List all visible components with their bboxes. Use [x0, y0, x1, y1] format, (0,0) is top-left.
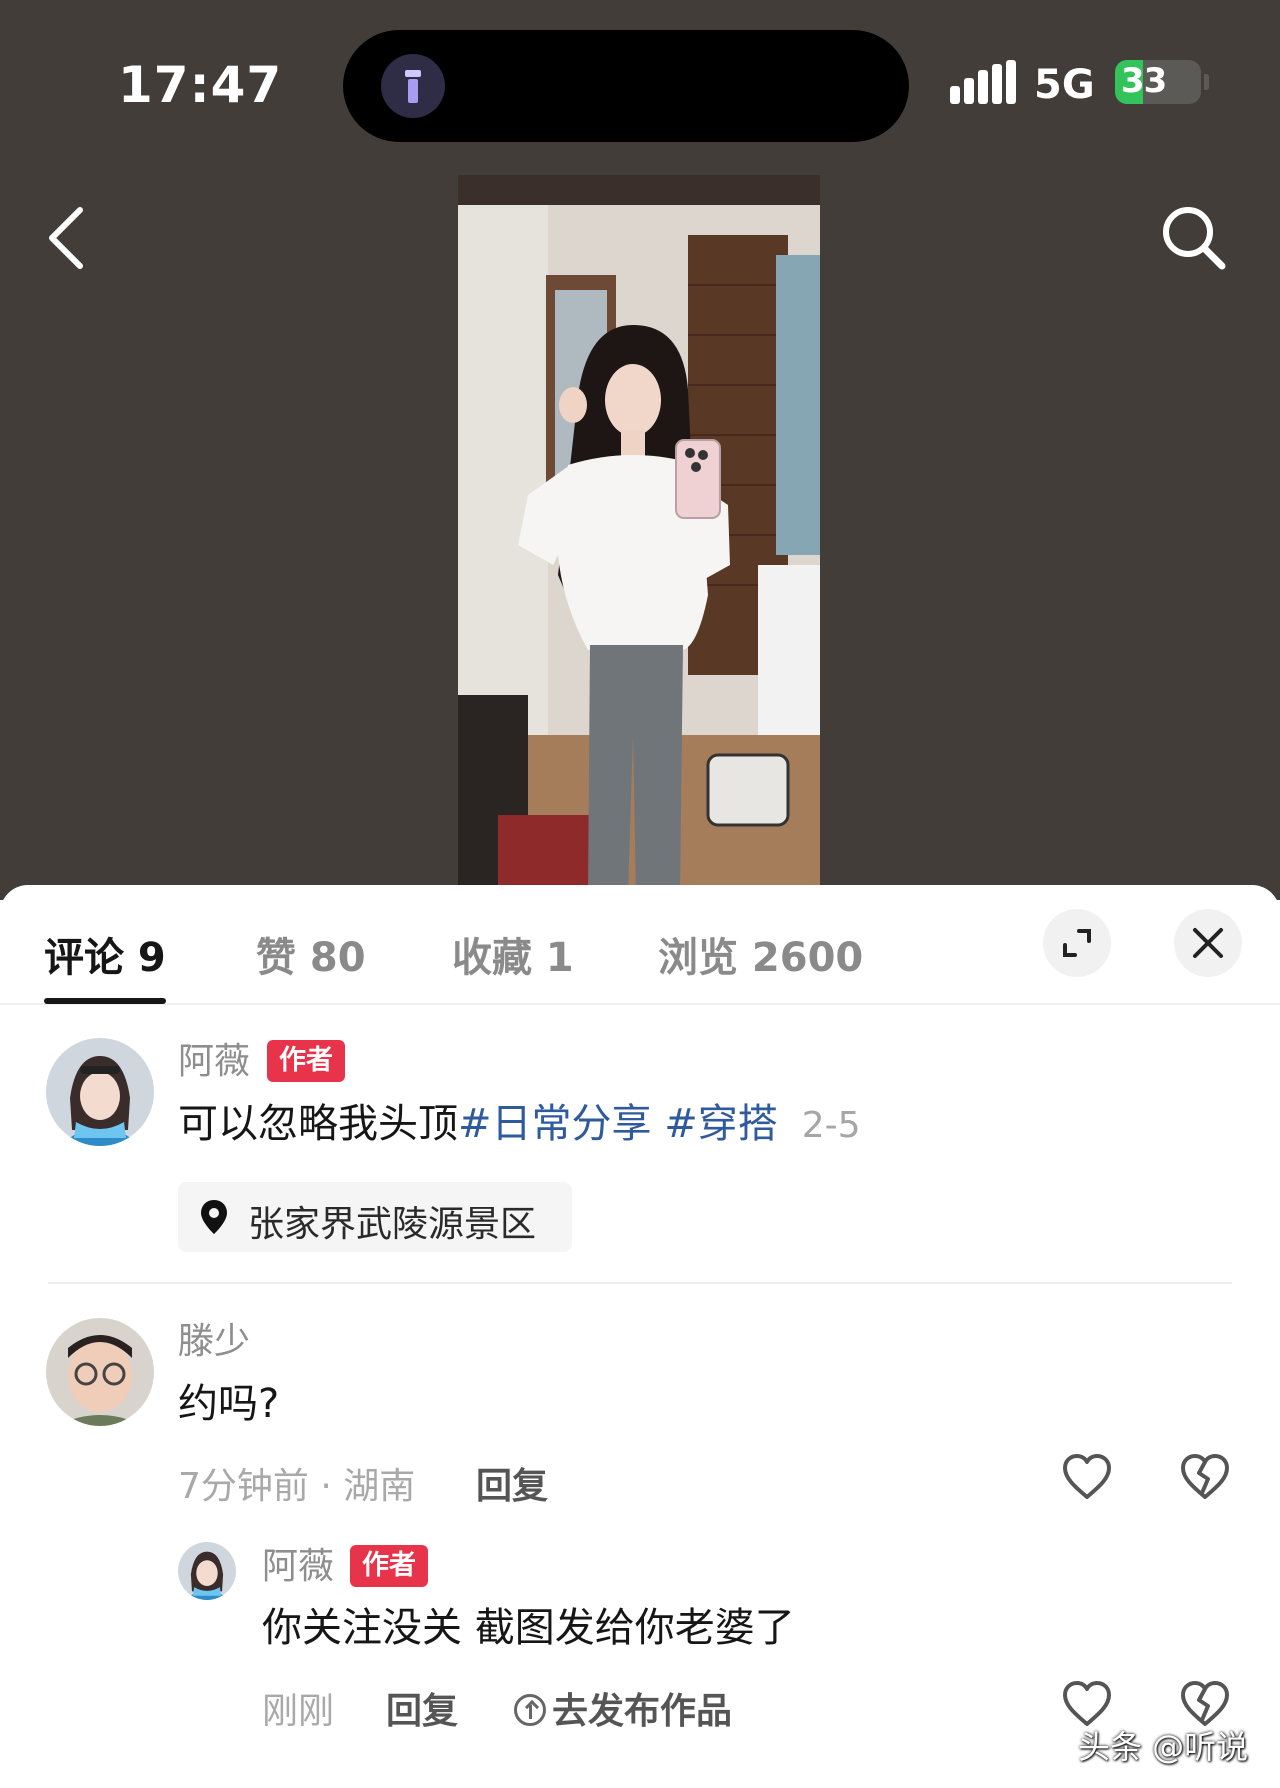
post-media-area: 17:47 5G 33 [0, 0, 1280, 900]
reply-text: 你关注没关 截图发给你老婆了 [262, 1605, 795, 1651]
comments-sheet: 评论 9 赞 80 收藏 1 浏览 2600 阿薇 作者 可以忽略我头顶#日常分… [0, 885, 1280, 1788]
reply-author-avatar[interactable] [178, 1542, 236, 1600]
reply-author-avatar-image [178, 1542, 236, 1600]
location-tag[interactable]: 张家界武陵源景区 [178, 1182, 572, 1252]
tab-likes[interactable]: 赞 80 [256, 925, 366, 983]
heart-icon [1063, 1681, 1111, 1726]
author-avatar-image [46, 1038, 154, 1146]
watermark: 头条 @听说 [1078, 1728, 1249, 1766]
commenter-avatar[interactable] [46, 1318, 154, 1426]
tab-favorites[interactable]: 收藏 1 [452, 925, 574, 983]
battery-cap [1204, 74, 1209, 90]
post-photo[interactable] [458, 175, 820, 895]
reply-reply-button[interactable]: 回复 [386, 1682, 458, 1734]
publish-work-button[interactable]: 去发布作品 [514, 1682, 732, 1734]
comment-text: 约吗? [178, 1381, 280, 1427]
status-time: 17:47 [118, 56, 283, 114]
caption-text: 可以忽略我头顶 [178, 1101, 458, 1147]
back-button[interactable] [40, 200, 100, 276]
tab-views[interactable]: 浏览 2600 [658, 925, 863, 983]
close-icon [1193, 928, 1223, 958]
reply-button[interactable]: 回复 [476, 1457, 548, 1509]
broken-heart-icon [1181, 1681, 1229, 1726]
battery-icon: 33 [1115, 60, 1201, 104]
commenter-avatar-image [46, 1318, 154, 1426]
search-icon [1163, 207, 1226, 270]
expand-icon [1063, 929, 1091, 957]
chevron-left-icon [49, 207, 83, 269]
status-bar: 17:47 5G 33 [0, 0, 1280, 150]
author-badge: 作者 [267, 1040, 345, 1082]
battery-text: 33 [1121, 61, 1167, 101]
comment-meta: 7分钟前 · 湖南 [178, 1466, 416, 1507]
signal-icon [950, 60, 1016, 104]
heart-icon [1063, 1454, 1111, 1499]
tab-bar: 评论 9 赞 80 收藏 1 浏览 2600 [0, 885, 1280, 1005]
active-tab-indicator [44, 998, 166, 1004]
broken-heart-icon [1181, 1454, 1229, 1499]
reply-author-name[interactable]: 阿薇 [262, 1537, 334, 1589]
divider [48, 1282, 1232, 1284]
photo-illustration [458, 175, 820, 895]
post-caption: 可以忽略我头顶#日常分享 #穿搭 2-5 [178, 1091, 861, 1149]
location-text: 张家界武陵源景区 [248, 1204, 537, 1245]
reply-meta: 刚刚 [262, 1691, 335, 1732]
like-button[interactable] [1062, 1453, 1112, 1505]
dislike-button[interactable] [1180, 1453, 1230, 1505]
commenter-name[interactable]: 滕少 [178, 1312, 250, 1364]
tab-comments[interactable]: 评论 9 [44, 925, 166, 983]
hashtag-daily-share[interactable]: #日常分享 [458, 1101, 652, 1147]
author-name[interactable]: 阿薇 [178, 1032, 250, 1084]
close-button[interactable] [1174, 909, 1242, 977]
expand-button[interactable] [1043, 909, 1111, 977]
flashlight-icon [381, 54, 445, 118]
hashtag-outfit[interactable]: #穿搭 [664, 1101, 778, 1147]
dynamic-island [343, 30, 909, 142]
reply-author-badge: 作者 [350, 1545, 428, 1587]
network-type: 5G [1034, 62, 1095, 108]
upload-arrow-icon [514, 1694, 546, 1726]
author-avatar[interactable] [46, 1038, 154, 1146]
post-date: 2-5 [801, 1105, 861, 1146]
search-button[interactable] [1154, 198, 1234, 278]
publish-work-label: 去发布作品 [552, 1691, 733, 1732]
location-pin-icon [201, 1200, 227, 1234]
